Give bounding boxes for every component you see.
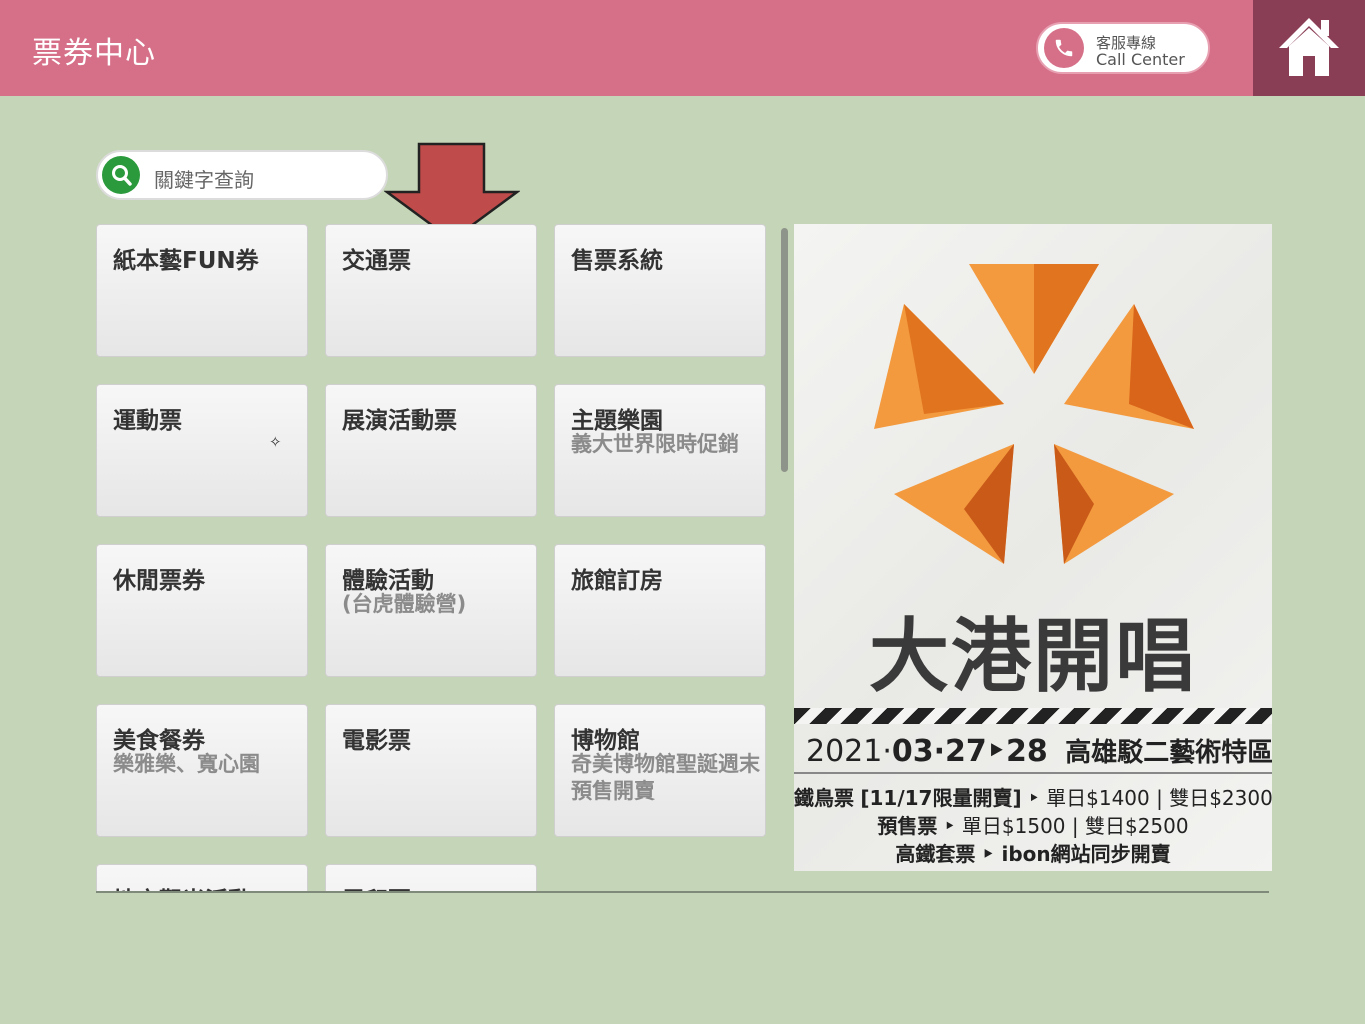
category-tile[interactable]: 體驗活動 (台虎體驗營) [325,544,537,677]
category-tile[interactable]: 博物館 奇美博物館聖誕週末預售開賣 [554,704,766,837]
poster-year: 2021· [806,734,892,769]
tile-title: 主題樂園 [571,408,663,434]
category-tile[interactable]: 地方觀光活動 [96,864,308,892]
poster-row-3: 高鐵套票 ‣ ibon網站同步開賣 [794,838,1272,867]
tile-title: 電影票 [342,728,411,754]
call-center-button[interactable]: 客服專線 Call Center [1036,22,1210,74]
search-icon [102,156,140,194]
tile-title: 運動票 [113,408,182,434]
phone-icon [1044,28,1084,68]
category-grid: 紙本藝FUN券 交通票 售票系統運動票 ✧ 展演活動票 主題樂園 義大世界限時促銷休閒票券 體… [96,222,786,892]
tile-title: 交通票 [342,248,411,274]
sparkle-icon: ✧ [269,433,282,451]
tile-subtitle: 奇美博物館聖誕週末預售開賣 [571,752,760,803]
category-tile[interactable]: 運動票 ✧ [96,384,308,517]
poster-venue: 高雄駁二藝術特區 [1065,738,1272,768]
tile-subtitle: 樂雅樂、寬心園 [113,752,260,776]
category-tile[interactable]: 展演活動票 [325,384,537,517]
category-tile[interactable]: 主題樂園 義大世界限時促銷 [554,384,766,517]
category-tile[interactable]: 交通票 [325,224,537,357]
home-button[interactable] [1253,0,1365,96]
row1-label: 鐵鳥票 [794,786,854,810]
row2-prices: ‣ 單日$1500 | 雙日$2500 [943,814,1189,838]
promo-banner[interactable]: 大港開唱 2021·03·27‣28 高雄駁二藝術特區 鐵鳥票 [11/17限量… [794,224,1272,871]
row3-text: ‣ ibon網站同步開賣 [981,842,1171,866]
category-tile[interactable]: 電影票 [325,704,537,837]
category-tile[interactable]: 紙本藝FUN券 [96,224,308,357]
poster-days: 03·27‣28 [891,734,1048,769]
tile-title: 休閒票券 [113,568,205,594]
triangle-logo-icon [874,264,1194,564]
row2-label: 預售票 [877,814,938,838]
search-placeholder: 關鍵字查詢 [154,168,254,192]
page-title: 票券中心 [32,36,156,71]
tile-title: 展演活動票 [342,408,457,434]
poster-date: 2021·03·27‣28 高雄駁二藝術特區 [806,732,1272,769]
row1-prices: ‣ 單日$1400 | 雙日$2300 [1027,786,1272,810]
row3-label: 高鐵套票 [895,842,976,866]
tile-title: 紙本藝FUN券 [113,248,259,274]
tile-title: 美食餐券 [113,728,205,754]
category-tile[interactable]: 電印票 [325,864,537,892]
scrollbar[interactable] [781,228,788,472]
hazard-stripe [794,708,1272,724]
tile-subtitle: (台虎體驗營) [342,592,467,616]
call-center-label-en: Call Center [1096,50,1185,69]
poster-row-1: 鐵鳥票 [11/17限量開賣] ‣ 單日$1400 | 雙日$2300 [794,782,1272,811]
category-tile[interactable]: 售票系統 [554,224,766,357]
tile-title: 售票系統 [571,248,663,274]
poster-title: 大港開唱 [869,610,1197,703]
category-tile[interactable]: 休閒票券 [96,544,308,677]
top-bar: 票券中心 客服專線 Call Center [0,0,1365,96]
tile-title: 體驗活動 [342,568,434,594]
poster-row-2: 預售票 ‣ 單日$1500 | 雙日$2500 [794,810,1272,839]
category-tile[interactable]: 旅館訂房 [554,544,766,677]
search-input[interactable]: 關鍵字查詢 [96,150,388,200]
home-icon [1279,18,1339,76]
row1-bracket: [11/17限量開賣] [860,786,1022,810]
divider [96,891,1269,893]
poster-rule [794,772,1272,774]
tile-subtitle: 義大世界限時促銷 [571,432,739,456]
tile-title: 旅館訂房 [571,568,663,594]
category-tile[interactable]: 美食餐券 樂雅樂、寬心園 [96,704,308,837]
tile-title: 博物館 [571,728,640,754]
